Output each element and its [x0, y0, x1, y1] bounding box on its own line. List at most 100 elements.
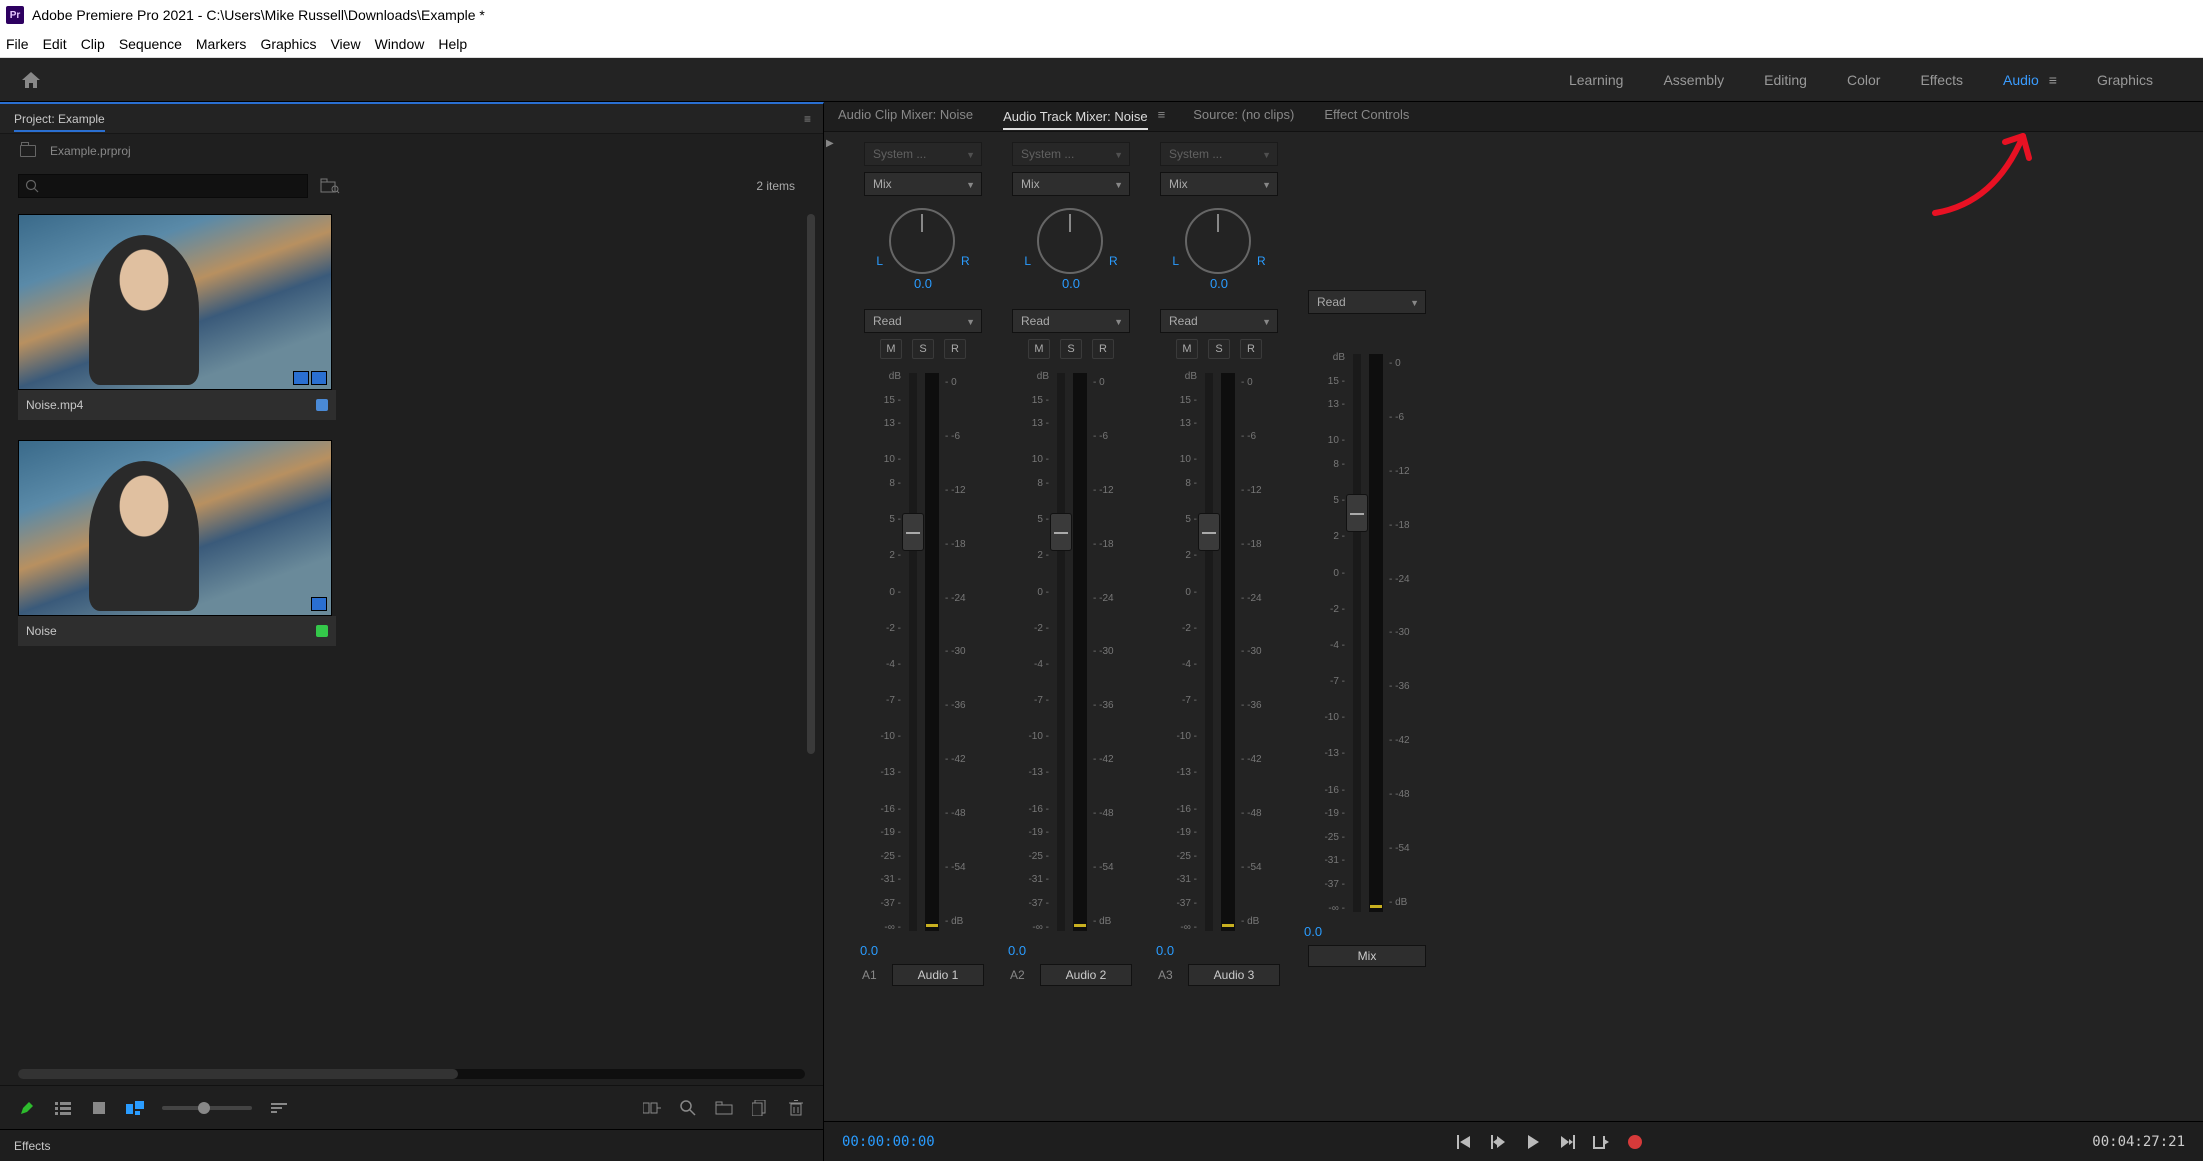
- fader-value[interactable]: 0.0: [1156, 943, 1174, 958]
- mute-button[interactable]: M: [880, 339, 902, 359]
- clip-item[interactable]: Noise.mp4: [18, 214, 336, 420]
- menu-graphics[interactable]: Graphics: [260, 36, 316, 52]
- volume-fader[interactable]: [1057, 373, 1065, 931]
- track-output-dropdown[interactable]: System ...▼: [1012, 142, 1130, 166]
- thumbnail-zoom-slider[interactable]: [162, 1106, 252, 1110]
- pan-knob[interactable]: [889, 208, 955, 274]
- pan-knob[interactable]: [1185, 208, 1251, 274]
- mixer-track: System ...▼Mix▼LR0.0Read▼MSRdB15 -13 -10…: [854, 142, 992, 1121]
- fader-value[interactable]: 0.0: [1304, 924, 1322, 939]
- clip-label-color[interactable]: [316, 625, 328, 637]
- workspace-bar: Learning Assembly Editing Color Effects …: [0, 58, 2203, 102]
- automation-mode-dropdown[interactable]: Read▼: [864, 309, 982, 333]
- workspace-color[interactable]: Color: [1847, 72, 1880, 88]
- record-button[interactable]: R: [944, 339, 966, 359]
- volume-fader[interactable]: [909, 373, 917, 931]
- volume-fader[interactable]: [1205, 373, 1213, 931]
- freeform-view-icon[interactable]: [126, 1099, 144, 1117]
- track-send-dropdown[interactable]: Mix▼: [1160, 172, 1278, 196]
- pan-knob[interactable]: [1037, 208, 1103, 274]
- home-icon[interactable]: [20, 70, 42, 90]
- mixer-track: System ...▼Mix▼LR0.0Read▼MSRdB15 -13 -10…: [1150, 142, 1288, 1121]
- find-icon[interactable]: [679, 1099, 697, 1117]
- effects-panel-title: Effects: [14, 1139, 50, 1153]
- project-scrollbar[interactable]: [807, 214, 815, 754]
- track-send-dropdown[interactable]: Mix▼: [864, 172, 982, 196]
- track-name-field[interactable]: Mix: [1308, 945, 1426, 967]
- tab-source[interactable]: Source: (no clips): [1193, 107, 1294, 126]
- tab-effect-controls[interactable]: Effect Controls: [1324, 107, 1409, 126]
- delete-icon[interactable]: [787, 1099, 805, 1117]
- go-to-in-icon[interactable]: [1455, 1132, 1475, 1152]
- workspace-effects[interactable]: Effects: [1920, 72, 1963, 88]
- write-clip-icon[interactable]: [18, 1099, 36, 1117]
- automation-mode-dropdown[interactable]: Read▼: [1308, 290, 1426, 314]
- sort-icon[interactable]: [270, 1099, 288, 1117]
- project-bin[interactable]: Noise.mp4 Noise: [0, 204, 823, 1069]
- record-button[interactable]: R: [1092, 339, 1114, 359]
- track-name-field[interactable]: Audio 3: [1188, 964, 1280, 986]
- project-panel-title[interactable]: Project: Example: [14, 112, 105, 132]
- panel-menu-icon[interactable]: ≡: [804, 112, 809, 126]
- track-name-field[interactable]: Audio 1: [892, 964, 984, 986]
- new-bin-from-search-icon[interactable]: [320, 178, 340, 194]
- solo-button[interactable]: S: [1060, 339, 1082, 359]
- pan-value[interactable]: 0.0: [914, 276, 932, 291]
- step-forward-icon[interactable]: [1557, 1132, 1577, 1152]
- track-output-dropdown[interactable]: System ...▼: [1160, 142, 1278, 166]
- go-to-out-icon[interactable]: [1591, 1132, 1611, 1152]
- fader-value[interactable]: 0.0: [1008, 943, 1026, 958]
- track-name-field[interactable]: Audio 2: [1040, 964, 1132, 986]
- mute-button[interactable]: M: [1176, 339, 1198, 359]
- list-view-icon[interactable]: [54, 1099, 72, 1117]
- workspace-assembly[interactable]: Assembly: [1663, 72, 1724, 88]
- workspace-graphics[interactable]: Graphics: [2097, 72, 2153, 88]
- menu-edit[interactable]: Edit: [43, 36, 67, 52]
- new-bin-icon[interactable]: [715, 1099, 733, 1117]
- current-timecode[interactable]: 00:00:00:00: [842, 1134, 935, 1150]
- solo-button[interactable]: S: [1208, 339, 1230, 359]
- fader-value[interactable]: 0.0: [860, 943, 878, 958]
- menu-view[interactable]: View: [330, 36, 360, 52]
- workspace-editing[interactable]: Editing: [1764, 72, 1807, 88]
- effects-panel-header[interactable]: Effects: [0, 1129, 823, 1161]
- expand-effects-icon[interactable]: ▶: [826, 138, 834, 149]
- menu-sequence[interactable]: Sequence: [119, 36, 182, 52]
- clip-thumbnail[interactable]: [18, 214, 332, 390]
- automation-mode-dropdown[interactable]: Read▼: [1012, 309, 1130, 333]
- track-send-dropdown[interactable]: Mix▼: [1012, 172, 1130, 196]
- menu-markers[interactable]: Markers: [196, 36, 247, 52]
- project-search-input[interactable]: [18, 174, 308, 198]
- clip-thumbnail[interactable]: [18, 440, 332, 616]
- record-icon[interactable]: [1625, 1132, 1645, 1152]
- record-button[interactable]: R: [1240, 339, 1262, 359]
- mixer-track: System ...▼Mix▼LR0.0Read▼MSRdB15 -13 -10…: [1002, 142, 1140, 1121]
- menu-window[interactable]: Window: [375, 36, 425, 52]
- menu-help[interactable]: Help: [438, 36, 467, 52]
- level-meter: [1073, 373, 1087, 931]
- solo-button[interactable]: S: [912, 339, 934, 359]
- play-icon[interactable]: [1523, 1132, 1543, 1152]
- pan-left-label: L: [1024, 254, 1031, 274]
- tab-menu-icon[interactable]: ≡: [1158, 107, 1164, 126]
- workspace-menu-icon[interactable]: ≡: [2049, 72, 2057, 88]
- pan-value[interactable]: 0.0: [1210, 276, 1228, 291]
- tab-audio-track-mixer[interactable]: Audio Track Mixer: Noise: [1003, 109, 1148, 130]
- tab-audio-clip-mixer[interactable]: Audio Clip Mixer: Noise: [838, 107, 973, 126]
- step-back-icon[interactable]: [1489, 1132, 1509, 1152]
- workspace-audio[interactable]: Audio: [2003, 72, 2039, 88]
- automation-mode-dropdown[interactable]: Read▼: [1160, 309, 1278, 333]
- clip-label-color[interactable]: [316, 399, 328, 411]
- mute-button[interactable]: M: [1028, 339, 1050, 359]
- project-hscrollbar[interactable]: [18, 1069, 805, 1079]
- workspace-learning[interactable]: Learning: [1569, 72, 1624, 88]
- new-item-icon[interactable]: [751, 1099, 769, 1117]
- pan-value[interactable]: 0.0: [1062, 276, 1080, 291]
- menu-clip[interactable]: Clip: [81, 36, 105, 52]
- menu-file[interactable]: File: [6, 36, 29, 52]
- track-output-dropdown[interactable]: System ...▼: [864, 142, 982, 166]
- volume-fader[interactable]: [1353, 354, 1361, 912]
- icon-view-icon[interactable]: [90, 1099, 108, 1117]
- clip-item[interactable]: Noise: [18, 440, 336, 646]
- automate-to-sequence-icon[interactable]: [643, 1099, 661, 1117]
